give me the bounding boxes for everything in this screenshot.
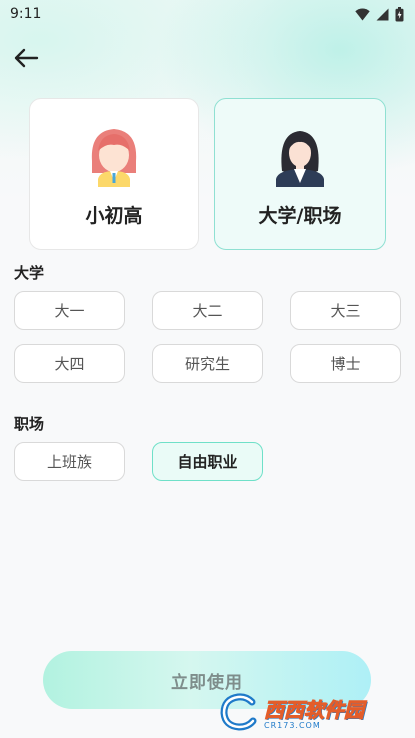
status-time: 9:11 bbox=[10, 6, 42, 22]
status-bar: 9:11 bbox=[0, 0, 415, 28]
battery-charging-icon bbox=[395, 6, 404, 21]
chip-junior[interactable]: 大三 bbox=[290, 291, 401, 330]
chip-senior[interactable]: 大四 bbox=[14, 344, 125, 383]
watermark-logo: 西西软件园 CR173.COM bbox=[218, 690, 398, 734]
watermark-brand: 西西软件园 bbox=[264, 698, 365, 723]
section-title-university: 大学 bbox=[14, 264, 45, 282]
arrow-left-icon bbox=[14, 48, 39, 68]
girl-avatar-icon bbox=[91, 129, 137, 187]
watermark-c-icon bbox=[220, 693, 257, 731]
level-label-k12: 小初高 bbox=[85, 205, 143, 227]
level-label-university-work: 大学/职场 bbox=[258, 205, 342, 227]
level-card-k12[interactable]: 小初高 bbox=[29, 98, 199, 250]
professional-woman-avatar-icon bbox=[276, 131, 324, 187]
watermark-domain: CR173.COM bbox=[264, 721, 321, 730]
status-icons bbox=[355, 6, 404, 22]
chip-office-worker[interactable]: 上班族 bbox=[14, 442, 125, 481]
level-card-university-work[interactable]: 大学/职场 bbox=[214, 98, 386, 250]
chip-freelancer[interactable]: 自由职业 bbox=[152, 442, 263, 481]
chip-graduate[interactable]: 研究生 bbox=[152, 344, 263, 383]
chip-doctorate[interactable]: 博士 bbox=[290, 344, 401, 383]
wifi-icon bbox=[355, 8, 370, 20]
back-button[interactable] bbox=[10, 44, 42, 72]
chip-freshman[interactable]: 大一 bbox=[14, 291, 125, 330]
chip-sophomore[interactable]: 大二 bbox=[152, 291, 263, 330]
section-title-workplace: 职场 bbox=[14, 415, 45, 433]
signal-icon bbox=[376, 8, 389, 20]
